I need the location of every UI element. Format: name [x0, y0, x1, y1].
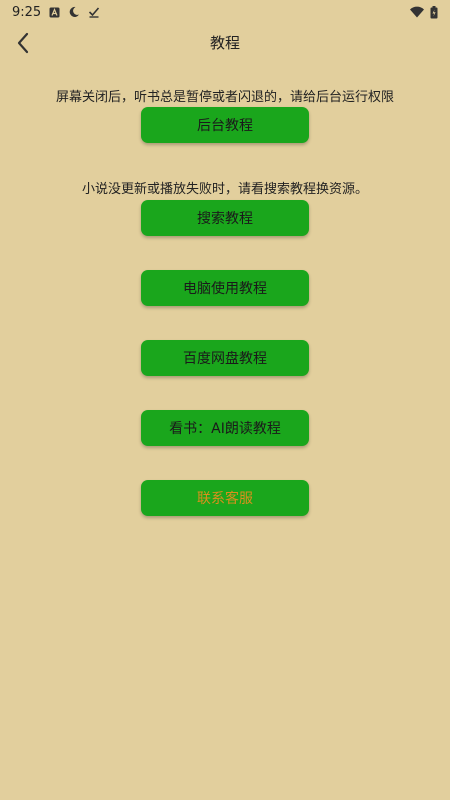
- check-icon: [88, 6, 100, 18]
- back-button[interactable]: [8, 28, 38, 58]
- app-bar: 教程: [0, 24, 450, 60]
- page-title: 教程: [209, 33, 240, 52]
- notification-a-icon: [49, 7, 60, 18]
- baidu-netdisk-tutorial-button[interactable]: 百度网盘教程: [141, 340, 309, 376]
- contact-support-button[interactable]: 联系客服: [141, 480, 309, 516]
- status-left: 9:25: [12, 5, 100, 20]
- ai-reading-tutorial-button[interactable]: 看书：AI朗读教程: [141, 410, 309, 446]
- chevron-left-icon: [16, 32, 30, 54]
- search-hint-text: 小说没更新或播放失败时，请看搜索教程换资源。: [81, 182, 368, 197]
- status-time: 9:25: [12, 4, 42, 20]
- background-tutorial-button[interactable]: 后台教程: [141, 107, 309, 143]
- status-bar: 9:25: [0, 0, 450, 24]
- wifi-icon: [410, 6, 424, 18]
- pc-tutorial-button[interactable]: 电脑使用教程: [141, 270, 309, 306]
- search-tutorial-button[interactable]: 搜索教程: [141, 200, 309, 236]
- battery-icon: [430, 5, 438, 19]
- status-right: [410, 5, 438, 19]
- background-hint-text: 屏幕关闭后，听书总是暂停或者闪退的，请给后台运行权限: [55, 90, 394, 105]
- moon-icon: [68, 6, 80, 18]
